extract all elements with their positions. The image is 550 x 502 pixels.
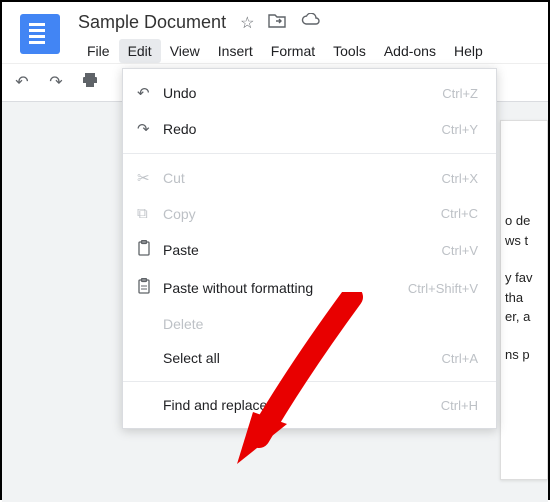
menu-addons[interactable]: Add-ons xyxy=(375,39,445,63)
redo-icon: ↷ xyxy=(137,120,163,138)
menu-item-find-and-replace[interactable]: Find and replace Ctrl+H xyxy=(123,388,496,422)
menu-view[interactable]: View xyxy=(161,39,209,63)
menu-item-delete: Delete xyxy=(123,307,496,341)
menu-item-undo[interactable]: ↶ Undo Ctrl+Z xyxy=(123,75,496,111)
star-icon[interactable]: ☆ xyxy=(240,13,254,33)
menu-insert[interactable]: Insert xyxy=(209,39,262,63)
menu-item-paste-without-formatting[interactable]: Paste without formatting Ctrl+Shift+V xyxy=(123,269,496,307)
menu-item-redo[interactable]: ↷ Redo Ctrl+Y xyxy=(123,111,496,147)
menu-file[interactable]: File xyxy=(78,39,119,63)
menu-item-label: Paste without formatting xyxy=(163,280,408,296)
menu-item-shortcut: Ctrl+V xyxy=(442,243,478,258)
copy-icon: ⧉ xyxy=(137,205,163,222)
menu-item-shortcut: Ctrl+C xyxy=(441,206,478,221)
page-text: ns p xyxy=(505,345,541,365)
menubar: File Edit View Insert Format Tools Add-o… xyxy=(78,35,540,63)
menu-separator xyxy=(123,153,496,154)
menu-help[interactable]: Help xyxy=(445,39,492,63)
cloud-status-icon[interactable] xyxy=(300,13,320,33)
move-icon[interactable] xyxy=(268,13,286,33)
menu-item-cut: ✂ Cut Ctrl+X xyxy=(123,160,496,196)
redo-icon[interactable]: ↷ xyxy=(46,72,66,93)
menu-item-paste[interactable]: Paste Ctrl+V xyxy=(123,231,496,269)
menu-edit[interactable]: Edit xyxy=(119,39,161,63)
page-text: er, a xyxy=(505,307,541,327)
menu-separator xyxy=(123,381,496,382)
page-text: y fav xyxy=(505,268,541,288)
menu-item-shortcut: Ctrl+A xyxy=(442,351,478,366)
paste-plain-icon xyxy=(137,278,163,298)
header: Sample Document ☆ File Edit View Insert … xyxy=(2,2,548,63)
page-text: tha xyxy=(505,288,541,308)
menu-item-label: Copy xyxy=(163,206,441,222)
undo-icon: ↶ xyxy=(137,84,163,102)
page-text: ws t xyxy=(505,231,541,251)
menu-format[interactable]: Format xyxy=(262,39,324,63)
menu-item-shortcut: Ctrl+Y xyxy=(442,122,478,137)
menu-item-select-all[interactable]: Select all Ctrl+A xyxy=(123,341,496,375)
print-icon[interactable] xyxy=(80,72,100,93)
menu-item-shortcut: Ctrl+X xyxy=(442,171,478,186)
document-page[interactable]: o de ws t y fav tha er, a ns p xyxy=(500,120,548,480)
paste-icon xyxy=(137,240,163,260)
menu-item-copy: ⧉ Copy Ctrl+C xyxy=(123,196,496,231)
menu-item-label: Paste xyxy=(163,242,442,258)
menu-item-shortcut: Ctrl+Z xyxy=(442,86,478,101)
cut-icon: ✂ xyxy=(137,169,163,187)
titlebar: Sample Document ☆ File Edit View Insert … xyxy=(78,10,540,63)
undo-icon[interactable]: ↶ xyxy=(12,72,32,93)
menu-item-label: Redo xyxy=(163,121,442,137)
menu-tools[interactable]: Tools xyxy=(324,39,375,63)
menu-item-label: Delete xyxy=(163,316,478,332)
menu-item-label: Find and replace xyxy=(163,397,441,413)
docs-logo-icon[interactable] xyxy=(20,14,60,54)
menu-item-label: Undo xyxy=(163,85,442,101)
edit-dropdown: ↶ Undo Ctrl+Z ↷ Redo Ctrl+Y ✂ Cut Ctrl+X… xyxy=(122,68,497,429)
menu-item-shortcut: Ctrl+Shift+V xyxy=(408,281,478,296)
menu-item-label: Select all xyxy=(163,350,442,366)
page-text: o de xyxy=(505,211,541,231)
document-title[interactable]: Sample Document xyxy=(78,12,226,33)
menu-item-label: Cut xyxy=(163,170,442,186)
menu-item-shortcut: Ctrl+H xyxy=(441,398,478,413)
